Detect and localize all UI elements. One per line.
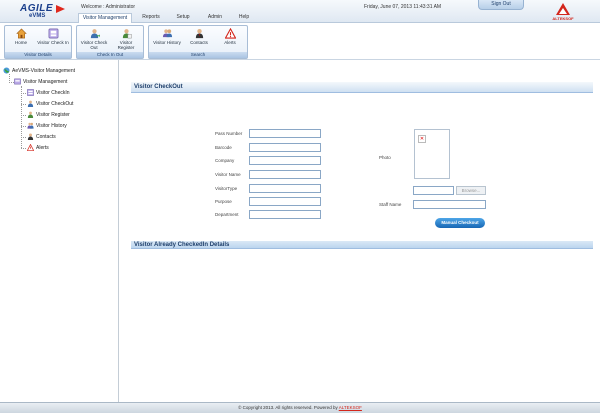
contacts-label: Contacts [190, 40, 208, 45]
sidebar-item-label: Visitor History [36, 123, 67, 129]
datetime-text: Friday, June 07, 2013 11:43:31 AM [364, 4, 442, 10]
contacts-icon [27, 133, 34, 141]
contacts-icon [195, 29, 203, 39]
footer-brand-link[interactable]: ALTEKSOF [339, 405, 362, 410]
alerts-button[interactable]: Alerts [215, 27, 245, 51]
visitor-check-out-button[interactable]: Visitor Check Out [79, 27, 109, 51]
sign-out-button[interactable]: Sign Out [478, 0, 524, 10]
staff-name-field[interactable] [413, 200, 486, 209]
brand-text: ALTEKSOF [552, 16, 574, 21]
ribbon-group-label: Check In Out [77, 52, 143, 58]
barcode-field[interactable] [249, 143, 321, 152]
staff-name-label: Staff Name [379, 202, 402, 207]
footer: © Copyright 2013. All rights reserved. P… [0, 402, 600, 413]
sidebar-item-visitor-register[interactable]: Visitor Register [27, 111, 70, 120]
checkin-icon [27, 89, 34, 96]
alert-icon [224, 28, 236, 39]
visitor-check-in-label: Visitor Check In [37, 40, 69, 45]
page-title: Visitor CheckOut [131, 82, 593, 93]
sidebar-item-contacts[interactable]: Contacts [27, 133, 56, 142]
tree-root-label: AeVMS-Visitor Management [12, 68, 75, 74]
tab-visitor-management[interactable]: Visitor Management [78, 13, 132, 23]
ribbon-toolbar: Home Visitor Check In Visitor Details Vi… [0, 23, 600, 60]
ribbon-group-search: Visitor History Contacts Alerts Search [148, 25, 248, 59]
department-label: Department [215, 212, 239, 217]
barcode-label: Barcode [215, 145, 232, 150]
visitor-name-field[interactable] [249, 170, 321, 179]
ribbon-group-label: Search [149, 52, 247, 58]
app-logo: AGILE eVMS [6, 2, 66, 21]
logo-arrow-icon [56, 5, 65, 13]
visitor-register-button[interactable]: Visitor Register [111, 27, 141, 51]
tab-help[interactable]: Help [232, 13, 256, 22]
pass-number-label: Pass Number [215, 131, 243, 136]
sidebar-item-label: Visitor CheckIn [36, 90, 70, 96]
home-button[interactable]: Home [7, 27, 35, 51]
sidebar-item-label: Alerts [36, 145, 49, 151]
broken-image-icon: ✕ [418, 135, 426, 143]
department-field[interactable] [249, 210, 321, 219]
sidebar-item-visitor-checkout[interactable]: Visitor CheckOut [27, 100, 73, 109]
visitor-check-out-label: Visitor Check Out [80, 40, 108, 50]
sidebar-item-label: Visitor Register [36, 112, 70, 118]
visitor-check-in-button[interactable]: Visitor Check In [37, 27, 69, 51]
manual-checkout-button[interactable]: Manual Checkout [435, 218, 485, 228]
logo-subtitle: eVMS [29, 13, 46, 19]
tab-admin[interactable]: Admin [202, 13, 228, 22]
section-title-checked-in: Visitor Already CheckedIn Details [131, 241, 593, 249]
visitor-type-field[interactable] [249, 184, 321, 193]
sidebar-item-label: Contacts [36, 134, 56, 140]
folder-icon [14, 78, 21, 85]
visitor-history-button[interactable]: Visitor History [151, 27, 183, 51]
ribbon-group-visitor-details: Home Visitor Check In Visitor Details [4, 25, 72, 59]
tree-group-visitor-management[interactable]: Visitor Management [14, 78, 67, 87]
register-icon [27, 111, 34, 119]
register-icon [122, 29, 132, 39]
tab-reports[interactable]: Reports [136, 13, 166, 22]
sidebar-item-visitor-checkin[interactable]: Visitor CheckIn [27, 89, 70, 98]
home-label: Home [14, 40, 27, 45]
brand-logo: ALTEKSOF [550, 2, 576, 22]
history-icon [27, 122, 34, 129]
photo-file-input[interactable] [413, 186, 454, 195]
visitor-name-label: Visitor Name [215, 172, 241, 177]
photo-label: Photo [379, 155, 391, 160]
ribbon-group-label: Visitor Details [5, 52, 71, 58]
browse-button[interactable]: Browse... [456, 186, 486, 195]
ribbon-group-check-in-out: Visitor Check Out Visitor Register Check… [76, 25, 144, 59]
visitor-history-label: Visitor History [153, 40, 181, 45]
checkin-icon [48, 28, 58, 39]
tree-group-label: Visitor Management [23, 79, 68, 85]
purpose-label: Purpose [215, 199, 232, 204]
photo-preview: ✕ [414, 129, 450, 179]
checkout-icon [90, 29, 100, 39]
copyright-text: © Copyright 2013. All rights reserved. P… [238, 405, 338, 410]
main-content: Visitor CheckOut Pass Number Barcode Com… [119, 60, 600, 402]
visitor-type-label: VisitorType [215, 186, 238, 191]
company-label: Company [215, 158, 235, 163]
history-icon [162, 29, 172, 38]
welcome-text: Welcome : Administrator [81, 4, 136, 10]
sidebar-tree: AeVMS-Visitor Management Visitor Managem… [0, 60, 119, 402]
checkout-icon [27, 100, 34, 108]
sidebar-item-visitor-history[interactable]: Visitor History [27, 122, 67, 131]
tree-root[interactable]: AeVMS-Visitor Management [3, 67, 75, 76]
tab-setup[interactable]: Setup [170, 13, 196, 22]
sidebar-item-label: Visitor CheckOut [36, 101, 74, 107]
visitor-register-label: Visitor Register [117, 40, 135, 50]
top-header: AGILE eVMS Welcome : Administrator Frida… [0, 0, 600, 23]
pass-number-field[interactable] [249, 129, 321, 138]
purpose-field[interactable] [249, 197, 321, 206]
alerts-label: Alerts [224, 40, 236, 45]
contacts-button[interactable]: Contacts [185, 27, 213, 51]
sidebar-item-alerts[interactable]: Alerts [27, 144, 49, 153]
home-icon [15, 28, 27, 39]
company-field[interactable] [249, 156, 321, 165]
alert-icon [27, 144, 34, 152]
